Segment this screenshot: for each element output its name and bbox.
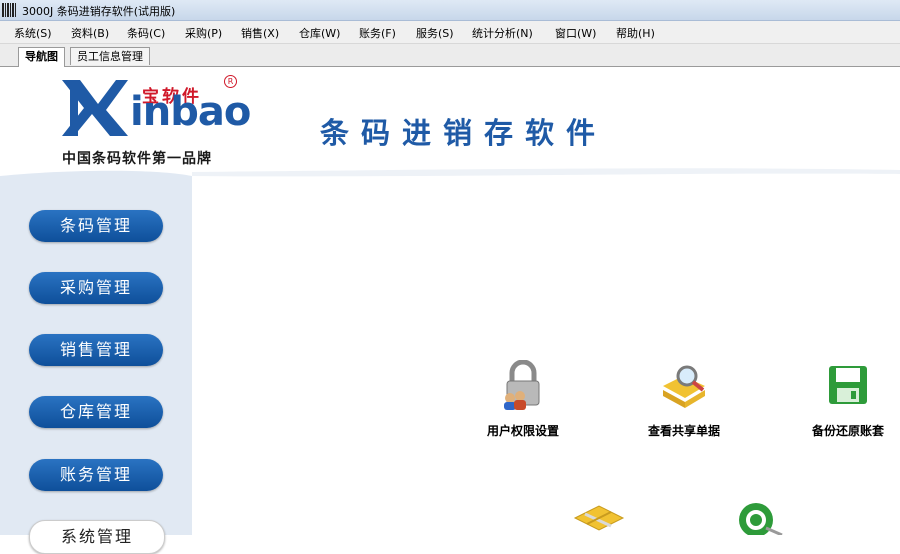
tab-strip: 导航图 员工信息管理 [0, 44, 900, 67]
tab-employee-info[interactable]: 员工信息管理 [70, 47, 150, 65]
floppy-disk-icon [829, 366, 867, 404]
menu-purchase[interactable]: 采购(P) [185, 25, 222, 41]
menu-window[interactable]: 窗口(W) [555, 25, 596, 41]
menu-service[interactable]: 服务(S) [416, 25, 454, 41]
window-title: 3000J 条码进销存软件(试用版) [22, 5, 176, 18]
tile-label: 查看共享单据 [647, 424, 720, 438]
nav-purchase-management[interactable]: 采购管理 [29, 272, 163, 304]
nav-system-management[interactable]: 系统管理 [29, 520, 165, 554]
xinbao-x-logo-icon [62, 80, 128, 136]
menu-bar: 系统(S) 资料(B) 条码(C) 采购(P) 销售(X) 仓库(W) 账务(F… [0, 21, 900, 44]
tools-icon[interactable] [571, 500, 627, 535]
menu-system[interactable]: 系统(S) [14, 25, 52, 41]
barcode-app-icon [2, 3, 18, 17]
tab-navigation[interactable]: 导航图 [18, 47, 65, 67]
menu-barcode[interactable]: 条码(C) [127, 25, 165, 41]
tile-label: 备份还原账套 [811, 424, 884, 438]
lock-users-icon [504, 359, 540, 410]
nav-warehouse-management[interactable]: 仓库管理 [29, 396, 163, 428]
nav-finance-management[interactable]: 账务管理 [29, 459, 163, 491]
menu-data[interactable]: 资料(B) [71, 25, 109, 41]
nav-barcode-management[interactable]: 条码管理 [29, 210, 163, 242]
menu-statistics[interactable]: 统计分析(N) [472, 25, 533, 41]
banner-wave-divider [0, 160, 900, 190]
headline: 条码进销存软件 [320, 116, 608, 150]
nav-sales-management[interactable]: 销售管理 [29, 334, 163, 366]
folder-search-icon [663, 365, 705, 408]
tile-backup-restore[interactable]: 备份还原账套 [793, 360, 900, 439]
gear-icon[interactable] [736, 498, 786, 535]
title-bar: 3000J 条码进销存软件(试用版) [0, 0, 900, 21]
tile-shared-documents[interactable]: 查看共享单据 [629, 360, 739, 439]
registered-mark-icon: R [224, 75, 237, 88]
tile-user-permissions[interactable]: 用户权限设置 [468, 359, 578, 439]
menu-sales[interactable]: 销售(X) [241, 25, 279, 41]
menu-warehouse[interactable]: 仓库(W) [299, 25, 340, 41]
tile-label: 用户权限设置 [486, 424, 559, 438]
menu-help[interactable]: 帮助(H) [616, 25, 655, 41]
logo-wordmark: inbao [130, 89, 251, 135]
menu-finance[interactable]: 账务(F) [359, 25, 396, 41]
